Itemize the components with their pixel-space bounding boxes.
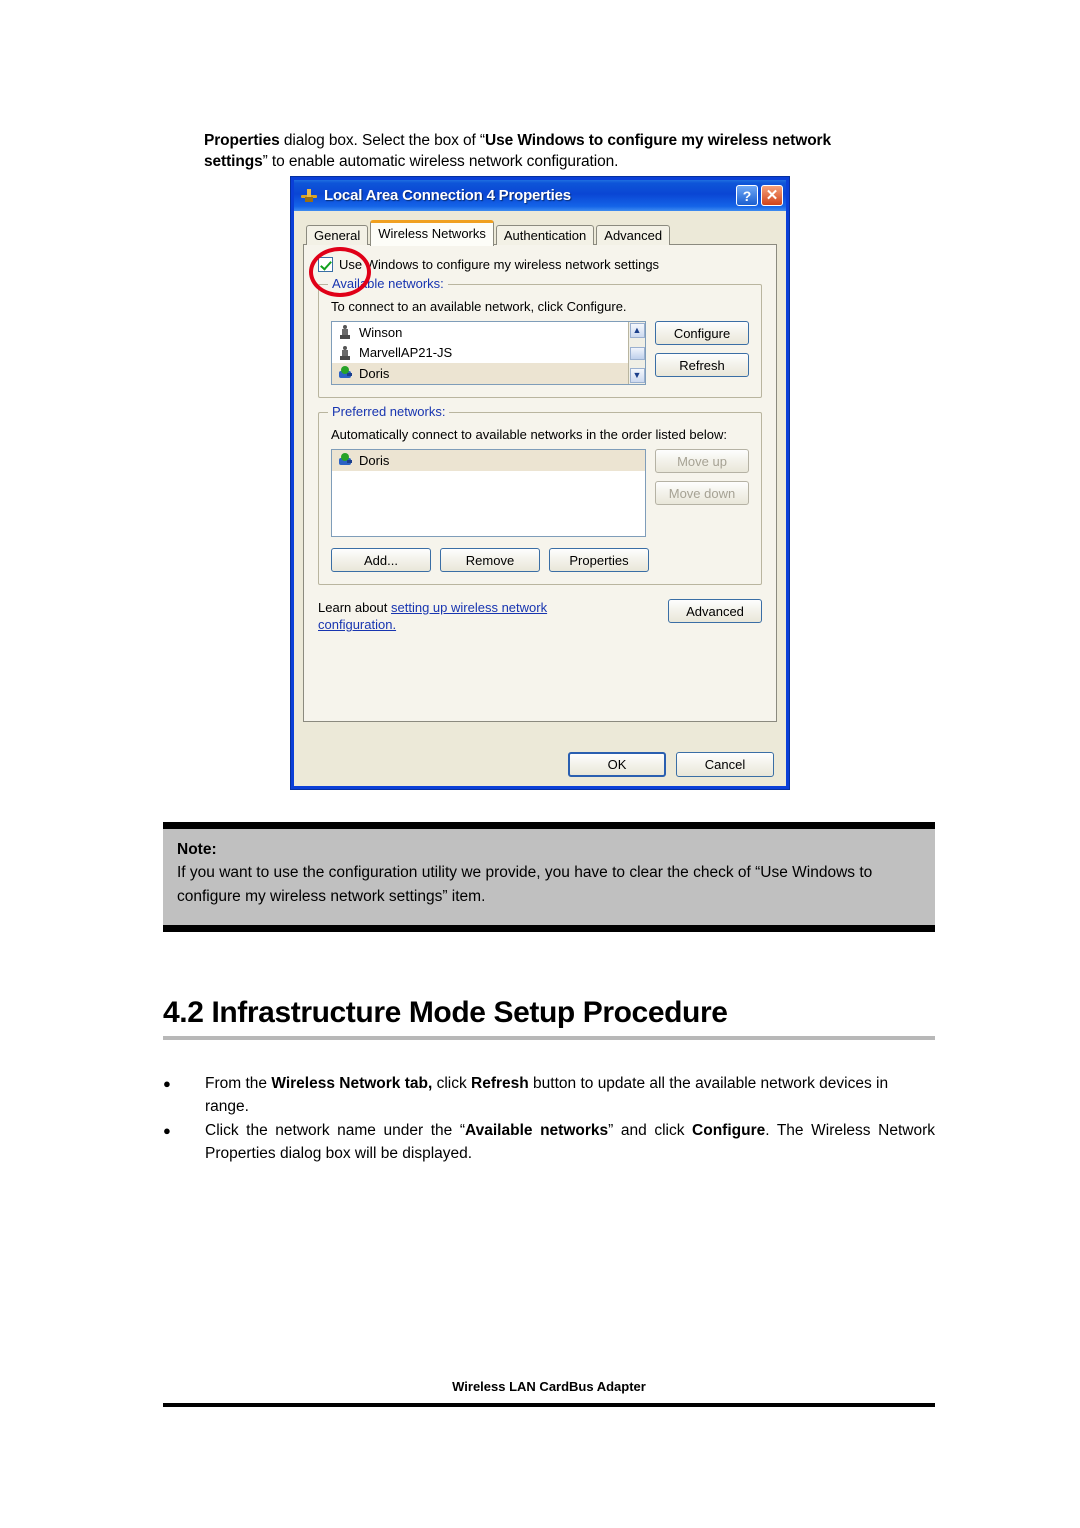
bullet-bold: Configure bbox=[692, 1122, 766, 1139]
preferred-networks-bottom-buttons: Add... Remove Properties bbox=[331, 548, 749, 572]
learn-about-text: Learn about setting up wireless network … bbox=[318, 599, 618, 633]
intro-text-1: dialog box. Select the box of “ bbox=[279, 132, 485, 149]
footer-text: Wireless LAN CardBus Adapter bbox=[452, 1379, 646, 1394]
list-item[interactable]: Winson bbox=[332, 322, 628, 343]
note-title: Note: bbox=[177, 841, 217, 858]
bullet-bold: Refresh bbox=[471, 1075, 529, 1092]
bullet-text: Click the network name under the “Availa… bbox=[205, 1119, 935, 1165]
scroll-up-icon[interactable]: ▲ bbox=[629, 323, 645, 338]
available-networks-legend: Available networks: bbox=[328, 276, 448, 291]
learn-about-prefix: Learn about bbox=[318, 600, 392, 615]
available-networks-buttons: Configure Refresh bbox=[655, 321, 749, 377]
bullet-part: From the bbox=[205, 1075, 272, 1092]
adhoc-network-icon bbox=[337, 324, 353, 340]
bullet-part: ” and click bbox=[608, 1122, 693, 1139]
help-icon[interactable]: ? bbox=[736, 185, 758, 206]
preferred-networks-side-buttons: Move up Move down bbox=[655, 449, 749, 505]
preferred-networks-hint: Automatically connect to available netwo… bbox=[331, 427, 727, 442]
preferred-networks-row: Doris Move up Move down bbox=[331, 449, 749, 537]
scrollbar-thumb[interactable] bbox=[629, 346, 645, 360]
bullet-dot-icon: ● bbox=[163, 1123, 171, 1138]
preferred-networks-items: Doris bbox=[332, 450, 645, 536]
dialog-titlebar: Local Area Connection 4 Properties ? ✕ bbox=[294, 180, 786, 211]
ok-button[interactable]: OK bbox=[568, 751, 666, 777]
tab-general[interactable]: General bbox=[306, 225, 369, 245]
network-connection-icon bbox=[300, 188, 318, 204]
intro-paragraph: Properties dialog box. Select the box of… bbox=[204, 130, 894, 172]
tab-wireless-networks[interactable]: Wireless Networks bbox=[370, 220, 494, 246]
use-windows-checkbox-label: Use Windows to configure my wireless net… bbox=[339, 257, 660, 272]
available-networks-items: Winson MarvellAP21-JS Doris bbox=[332, 322, 628, 384]
bullet-dot-icon: ● bbox=[163, 1076, 171, 1091]
bullet-bold: Wireless Network tab, bbox=[271, 1075, 433, 1092]
close-icon[interactable]: ✕ bbox=[761, 185, 783, 206]
move-down-button[interactable]: Move down bbox=[655, 481, 749, 505]
list-item[interactable]: Doris bbox=[332, 450, 645, 471]
page-title: 4.2 Infrastructure Mode Setup Procedure bbox=[163, 996, 935, 1040]
available-networks-group: Available networks: To connect to an ava… bbox=[318, 276, 762, 398]
adhoc-network-icon bbox=[337, 345, 353, 361]
preferred-networks-listbox[interactable]: Doris bbox=[331, 449, 646, 537]
access-point-icon bbox=[337, 365, 353, 381]
list-item[interactable]: Doris bbox=[332, 363, 628, 384]
bullet-part: Click the network name under the “ bbox=[205, 1122, 466, 1139]
add-button[interactable]: Add... bbox=[331, 548, 431, 572]
tab-advanced[interactable]: Advanced bbox=[596, 225, 671, 245]
intro-bold-properties: Properties bbox=[204, 132, 280, 149]
network-name: Doris bbox=[359, 452, 390, 468]
refresh-button[interactable]: Refresh bbox=[655, 353, 749, 377]
properties-button[interactable]: Properties bbox=[549, 548, 649, 572]
network-name: MarvellAP21-JS bbox=[359, 345, 453, 361]
advanced-button[interactable]: Advanced bbox=[668, 599, 762, 623]
bullet-part: click bbox=[432, 1075, 472, 1092]
dialog-footer: OK Cancel bbox=[294, 742, 786, 786]
use-windows-checkbox-row[interactable]: Use Windows to configure my wireless net… bbox=[309, 247, 762, 297]
learn-about-row: Learn about setting up wireless network … bbox=[318, 599, 762, 633]
list-item: ● From the Wireless Network tab, click R… bbox=[163, 1072, 935, 1118]
available-networks-hint: To connect to an available network, clic… bbox=[331, 299, 627, 314]
list-item[interactable]: MarvellAP21-JS bbox=[332, 343, 628, 364]
available-networks-listbox[interactable]: Winson MarvellAP21-JS Doris ▲ ▼ bbox=[331, 321, 646, 385]
tab-authentication[interactable]: Authentication bbox=[495, 225, 595, 245]
network-name: Winson bbox=[359, 324, 403, 340]
page-footer: Wireless LAN CardBus Adapter bbox=[163, 1379, 935, 1407]
bullet-bold: Available networks bbox=[465, 1122, 609, 1139]
tabstrip: General Wireless Networks Authentication… bbox=[306, 219, 777, 246]
note-callout-box: Note: If you want to use the configurati… bbox=[163, 822, 935, 932]
remove-button[interactable]: Remove bbox=[440, 548, 540, 572]
local-area-connection-properties-dialog: Local Area Connection 4 Properties ? ✕ G… bbox=[290, 176, 790, 790]
network-name: Doris bbox=[359, 365, 390, 381]
procedure-bullet-list: ● From the Wireless Network tab, click R… bbox=[163, 1072, 935, 1166]
intro-text-2: ” to enable automatic wireless network c… bbox=[262, 153, 619, 170]
move-up-button[interactable]: Move up bbox=[655, 449, 749, 473]
preferred-networks-group: Preferred networks: Automatically connec… bbox=[318, 404, 762, 585]
titlebar-buttons: ? ✕ bbox=[736, 185, 783, 206]
use-windows-checkbox[interactable] bbox=[318, 257, 333, 272]
list-item: ● Click the network name under the “Avai… bbox=[163, 1119, 935, 1165]
scroll-down-icon[interactable]: ▼ bbox=[629, 368, 645, 383]
footer-divider bbox=[163, 1403, 935, 1407]
configure-button[interactable]: Configure bbox=[655, 321, 749, 345]
preferred-networks-legend: Preferred networks: bbox=[328, 404, 450, 419]
available-networks-scrollbar[interactable]: ▲ ▼ bbox=[628, 322, 645, 384]
available-networks-row: Winson MarvellAP21-JS Doris ▲ ▼ Configur… bbox=[331, 321, 749, 385]
dialog-body: General Wireless Networks Authentication… bbox=[294, 211, 786, 786]
access-point-icon bbox=[337, 452, 353, 468]
cancel-button[interactable]: Cancel bbox=[676, 751, 774, 777]
wireless-networks-tab-panel: Use Windows to configure my wireless net… bbox=[303, 244, 777, 722]
bullet-text: From the Wireless Network tab, click Ref… bbox=[205, 1072, 935, 1118]
note-text: If you want to use the configuration uti… bbox=[177, 864, 873, 905]
dialog-title: Local Area Connection 4 Properties bbox=[324, 187, 571, 204]
